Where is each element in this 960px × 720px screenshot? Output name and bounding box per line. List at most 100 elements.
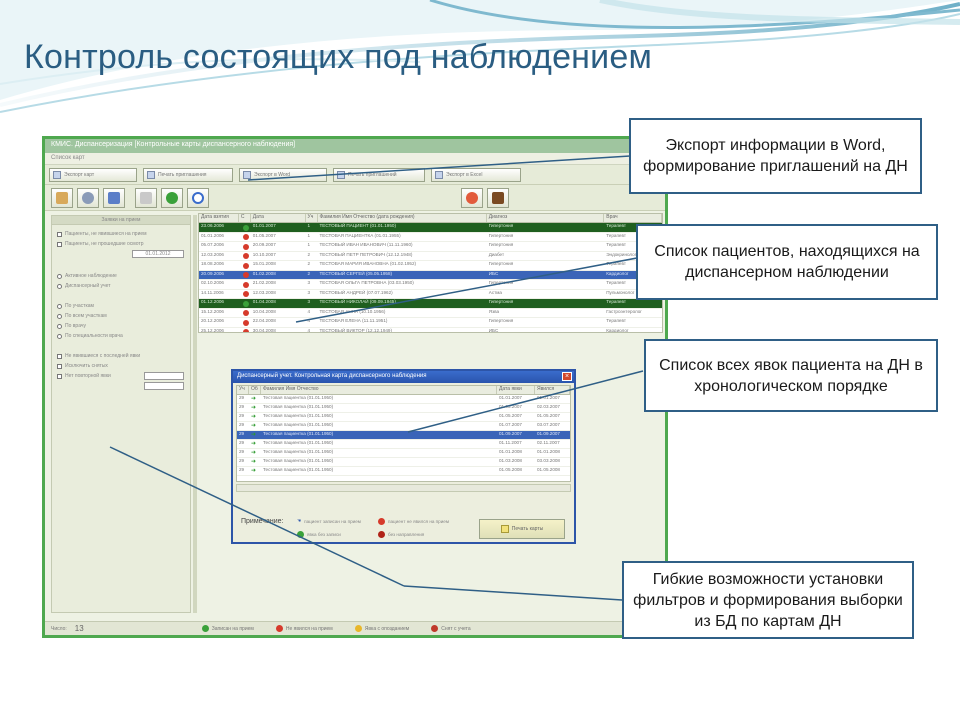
visits-dialog: Диспансерный учет. Контрольная карта дис… xyxy=(231,369,576,544)
radio[interactable] xyxy=(57,283,62,289)
radio[interactable] xyxy=(57,273,62,279)
radio[interactable] xyxy=(57,303,62,309)
col-header[interactable]: Диагноз xyxy=(487,214,605,222)
col-header[interactable]: Врач xyxy=(604,214,662,222)
col-header[interactable]: Дата явки xyxy=(497,386,535,394)
cell-date: 21.02.2008 xyxy=(252,280,276,285)
filter-option[interactable]: Нет повторной явки xyxy=(52,371,190,381)
radio[interactable] xyxy=(57,333,62,339)
export-excel-label: Экспорт в Excel xyxy=(446,172,483,178)
filter-option[interactable]: Исключить снятых xyxy=(52,361,190,371)
filter-option[interactable]: По специальности врача xyxy=(52,331,190,341)
status-cell xyxy=(239,318,251,327)
filter-option[interactable]: Пациенты, не прошедшие осмотр xyxy=(52,239,190,249)
table-row[interactable]: 29 ➜ Тестовая пациентка (01.01.1950) 01.05.… xyxy=(237,413,570,422)
cell-date: 01.01.2007 xyxy=(537,395,560,400)
checkbox[interactable] xyxy=(57,363,62,369)
table-row[interactable]: 20.09.2006 01.02.2008 2 ТЕСТОВЫЙ СЕРГЕЙ (05… xyxy=(199,270,662,280)
filter-option[interactable]: По врачу xyxy=(52,321,190,331)
cell-date: 01.09.2007 xyxy=(499,431,522,436)
cell-date: 01.09.2007 xyxy=(537,431,560,436)
col-header[interactable]: Уч xyxy=(237,386,249,394)
table-row[interactable]: 18.08.2006 15.01.2008 2 ТЕСТОВАЯ МАРИЯ ИВАН… xyxy=(199,261,662,271)
table-row[interactable]: 02.10.2006 21.02.2008 3 ТЕСТОВАЯ ОЛЬГА ПЕТР… xyxy=(199,280,662,290)
filter-option-label: По всем участкам xyxy=(65,313,107,319)
table-row[interactable]: 29 ➜ Тестовая пациентка (01.01.1950) 01.05.… xyxy=(237,467,570,476)
filter-option[interactable]: По всем участкам xyxy=(52,311,190,321)
filter-option[interactable]: По участкам xyxy=(52,301,190,311)
checkbox[interactable] xyxy=(57,373,62,379)
settings-button[interactable] xyxy=(77,188,99,208)
table-row[interactable]: 12.03.2006 10.10.2007 2 ТЕСТОВЫЙ ПЕТР ПЕТРО… xyxy=(199,251,662,261)
col-header[interactable]: Об xyxy=(249,386,261,394)
col-header[interactable]: Дата xyxy=(251,214,306,222)
period-select[interactable] xyxy=(144,372,184,380)
cross-icon xyxy=(242,329,249,332)
search-button[interactable] xyxy=(187,188,209,208)
patients-grid-header: Дата взятия С Дата Уч Фамилия Имя Отчест… xyxy=(199,214,662,223)
col-header[interactable]: Уч xyxy=(306,214,318,222)
col-header[interactable]: Дата взятия xyxy=(199,214,239,222)
table-row[interactable]: 01.12.2006 01.04.2008 3 ТЕСТОВЫЙ НИКОЛАЙ (0… xyxy=(199,299,662,309)
table-row[interactable]: 23.06.2006 01.01.2007 1 ТЕСТОВЫЙ ПАЦИЕНТ (0… xyxy=(199,223,662,233)
table-row[interactable]: 29 ➜ Тестовая пациентка (01.01.1950) 01.07.… xyxy=(237,422,570,431)
cell-name: ТЕСТОВЫЙ АНДРЕЙ (07.07.1962) xyxy=(319,289,393,295)
cell-diagnosis: Гипертония xyxy=(488,242,514,247)
close-icon[interactable]: × xyxy=(562,372,572,381)
table-row[interactable]: 29 ➜ Тестовая пациентка (01.01.1950) 01.01.… xyxy=(237,449,570,458)
print-invitations-button[interactable]: Печать приглашений xyxy=(333,168,425,182)
checkbox[interactable] xyxy=(57,231,62,237)
print-card-button[interactable]: Печать карты xyxy=(479,519,565,539)
cell-diagnosis: Гипертония xyxy=(488,261,514,266)
print-invitation-button[interactable]: Печать приглашения xyxy=(143,168,233,182)
legend-item: Записан на прием xyxy=(201,625,254,632)
help-button[interactable] xyxy=(461,188,483,208)
radio[interactable] xyxy=(57,313,62,319)
filter-option[interactable]: Не явившиеся с последней явки xyxy=(52,351,190,361)
pane-splitter[interactable] xyxy=(193,215,197,613)
table-row[interactable]: 25.12.2006 30.04.2008 4 ТЕСТОВЫЙ ВИКТОР (12… xyxy=(199,328,662,332)
table-row[interactable]: 05.07.2006 20.09.2007 1 ТЕСТОВЫЙ ИВАН ИВАНО… xyxy=(199,242,662,252)
col-header[interactable]: Фамилия Имя Отчество (дата рождения) xyxy=(318,214,487,222)
app-menu-bar[interactable]: Список карт xyxy=(45,153,665,165)
export-excel-button[interactable]: Экспорт в Excel xyxy=(431,168,521,182)
add-button[interactable] xyxy=(161,188,183,208)
cell-diagnosis: Гипертония xyxy=(488,280,514,285)
checkbox[interactable] xyxy=(57,353,62,359)
arrow-cell: ➜ xyxy=(249,467,261,475)
table-row[interactable]: 20.12.2006 22.04.2008 4 ТЕСТОВАЯ ЕЛЕНА (11.… xyxy=(199,318,662,328)
cell-diagnosis: Астма xyxy=(488,289,502,295)
col-header[interactable]: Явился xyxy=(535,386,570,394)
col-header[interactable]: Фамилия Имя Отчество xyxy=(261,386,497,394)
table-row[interactable]: 29 ➜ Тестовая пациентка (01.01.1950) 01.11.… xyxy=(237,440,570,449)
table-row[interactable]: 29 ➜ Тестовая пациентка (01.01.1950) 01.03.… xyxy=(237,458,570,467)
date-select[interactable]: 01.01.2012 xyxy=(132,250,184,258)
table-row[interactable]: 29 ➜ Тестовая пациентка (01.01.1950) 01.03.… xyxy=(237,404,570,413)
radio[interactable] xyxy=(57,323,62,329)
checkbox[interactable] xyxy=(57,241,62,247)
period-to-select[interactable] xyxy=(144,382,184,390)
cell-diagnosis: Гипертония xyxy=(488,318,514,323)
user-button[interactable] xyxy=(103,188,125,208)
exit-button[interactable] xyxy=(487,188,509,208)
table-row[interactable]: 14.11.2006 12.03.2008 3 ТЕСТОВЫЙ АНДРЕЙ (07… xyxy=(199,289,662,299)
table-row[interactable]: 29 ➜ Тестовая пациентка (01.01.1950) 01.01.… xyxy=(237,395,570,404)
filter-option[interactable]: Пациенты, не явившиеся на прием xyxy=(52,229,190,239)
visits-grid: Уч Об Фамилия Имя Отчество Дата явки Яви… xyxy=(236,385,571,482)
cell-date: 10.10.2007 xyxy=(252,251,276,257)
horizontal-scrollbar[interactable] xyxy=(236,484,571,492)
col-header[interactable]: С xyxy=(239,214,251,222)
table-row[interactable]: 15.12.2006 10.04.2008 4 ТЕСТОВАЯ АННА (10.1… xyxy=(199,309,662,318)
export-word-button[interactable]: Экспорт в Word xyxy=(239,168,327,182)
cards-button[interactable] xyxy=(51,188,73,208)
cell-date: 23.06.2006 xyxy=(201,223,224,228)
dialog-legend-item: пациент не явился на прием xyxy=(378,518,449,525)
filter-option[interactable]: Диспансерный учет xyxy=(52,281,190,291)
filter-option[interactable]: Активное наблюдение xyxy=(52,271,190,281)
table-row[interactable]: 01.01.2006 01.05.2007 1 ТЕСТОВАЯ ПАЦИЕНТКА … xyxy=(199,233,662,242)
filter-option-label: По специальности врача xyxy=(65,333,123,339)
legend-label: пациент записан на прием xyxy=(304,518,361,524)
edit-button[interactable] xyxy=(135,188,157,208)
export-cards-button[interactable]: Экспорт карт xyxy=(49,168,137,182)
table-row[interactable]: 29 ➜ Тестовая пациентка (01.01.1950) 01.09.… xyxy=(237,431,570,440)
